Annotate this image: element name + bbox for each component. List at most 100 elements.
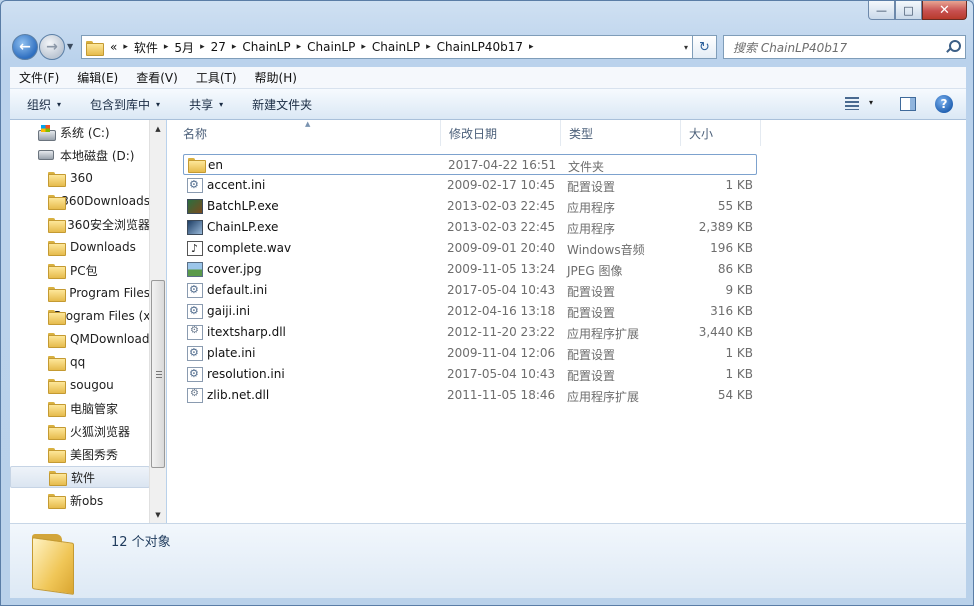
file-type: 应用程序扩展: [567, 327, 640, 341]
file-date: 2009-09-01 20:40: [447, 241, 556, 255]
recent-pages-dropdown[interactable]: ▼: [67, 42, 73, 51]
nav-item[interactable]: 360Downloads: [10, 190, 150, 212]
nav-item[interactable]: 软件: [10, 466, 150, 488]
new-folder-label: 新建文件夹: [252, 97, 313, 112]
breadcrumb-item[interactable]: ChainLP: [242, 40, 290, 54]
breadcrumb-overflow[interactable]: «: [110, 40, 117, 54]
column-header-size[interactable]: 大小: [681, 120, 761, 146]
new-folder-button[interactable]: 新建文件夹: [252, 96, 312, 113]
file-row[interactable]: plate.ini 2009-11-04 12:06 配置设置 1 KB: [183, 343, 757, 364]
exe-icon: [187, 220, 203, 235]
search-icon[interactable]: [945, 40, 961, 54]
maximize-button[interactable]: □: [895, 1, 922, 20]
include-label: 包含到库中: [90, 97, 151, 112]
file-list: 名称 修改日期 类型 大小 ▲ en2017-04-22 16:51文件夹acc…: [167, 120, 966, 523]
file-row[interactable]: BatchLP.exe 2013-02-03 22:45 应用程序 55 KB: [183, 196, 757, 217]
breadcrumb-item[interactable]: ChainLP: [372, 40, 420, 54]
menu-item[interactable]: 文件(F): [10, 69, 68, 86]
file-row[interactable]: zlib.net.dll 2011-11-05 18:46 应用程序扩展 54 KB: [183, 385, 757, 406]
forward-button[interactable]: →: [39, 34, 65, 60]
search-input[interactable]: 搜索 ChainLP40b17: [733, 39, 847, 56]
view-options-icon[interactable]: [845, 97, 859, 110]
nav-item[interactable]: 美图秀秀: [10, 443, 150, 465]
nav-item[interactable]: Program Files: [10, 282, 150, 304]
breadcrumb-separator-icon[interactable]: ▸: [232, 42, 237, 52]
file-date: 2009-11-05 13:24: [447, 262, 556, 276]
back-button[interactable]: ←: [12, 34, 38, 60]
scroll-up-button[interactable]: ▲: [150, 120, 166, 137]
column-header-date[interactable]: 修改日期: [441, 120, 561, 146]
nav-item[interactable]: 360安全浏览器: [10, 213, 150, 235]
scroll-down-button[interactable]: ▼: [150, 506, 166, 523]
nav-item[interactable]: Program Files (x86): [10, 305, 150, 327]
nav-item-label: qq: [70, 355, 86, 369]
file-date: 2013-02-03 22:45: [447, 220, 556, 234]
menu-item[interactable]: 帮助(H): [246, 69, 306, 86]
file-row[interactable]: gaiji.ini 2012-04-16 13:18 配置设置 316 KB: [183, 301, 757, 322]
file-date: 2012-04-16 13:18: [447, 304, 556, 318]
menu-item[interactable]: 编辑(E): [68, 69, 127, 86]
folder-icon: [49, 470, 67, 486]
explorer-window: — □ ✕ ← → ▼ « ▸ 软件 ▸ 5月 ▸ 27 ▸ ChainLP ▸ ChainLP ▸…: [0, 0, 974, 606]
nav-item[interactable]: 系统 (C:): [10, 121, 150, 143]
file-type: JPEG 图像: [567, 264, 623, 278]
file-row[interactable]: ChainLP.exe 2013-02-03 22:45 应用程序 2,389 KB: [183, 217, 757, 238]
navigation-scrollbar[interactable]: ▲ ▼: [149, 120, 166, 523]
breadcrumb-separator-icon[interactable]: ▸: [123, 42, 128, 52]
nav-item[interactable]: Downloads: [10, 236, 150, 258]
breadcrumb-item[interactable]: 27: [211, 40, 226, 54]
breadcrumb-separator-icon[interactable]: ▸: [361, 42, 366, 52]
breadcrumb-item[interactable]: ChainLP: [307, 40, 355, 54]
nav-item[interactable]: qq: [10, 351, 150, 373]
file-row[interactable]: cover.jpg 2009-11-05 13:24 JPEG 图像 86 KB: [183, 259, 757, 280]
address-bar[interactable]: « ▸ 软件 ▸ 5月 ▸ 27 ▸ ChainLP ▸ ChainLP ▸ ChainLP ▸ Chai…: [81, 35, 693, 59]
nav-item[interactable]: 新obs: [10, 489, 150, 511]
nav-item[interactable]: 火狐浏览器: [10, 420, 150, 442]
share-button[interactable]: 共享 ▾: [189, 96, 223, 113]
breadcrumb-item[interactable]: 5月: [174, 39, 194, 56]
file-row[interactable]: resolution.ini 2017-05-04 10:43 配置设置 1 KB: [183, 364, 757, 385]
breadcrumb-item[interactable]: 软件: [134, 39, 158, 56]
column-header-type[interactable]: 类型: [561, 120, 681, 146]
chevron-down-icon: ▾: [219, 99, 224, 109]
refresh-button[interactable]: ↻: [693, 35, 717, 59]
folder-icon: [48, 332, 66, 348]
breadcrumb-item[interactable]: ChainLP40b17: [437, 40, 523, 54]
scroll-thumb[interactable]: [151, 280, 165, 468]
menu-item[interactable]: 工具(T): [187, 69, 246, 86]
nav-item-label: Program Files: [69, 286, 150, 300]
breadcrumb-separator-icon[interactable]: ▸: [426, 42, 431, 52]
menu-item[interactable]: 查看(V): [127, 69, 187, 86]
nav-item-label: 新obs: [70, 493, 104, 508]
folder-icon: [48, 493, 66, 509]
nav-item[interactable]: 电脑管家: [10, 397, 150, 419]
address-dropdown[interactable]: ▾: [684, 43, 688, 52]
file-row[interactable]: itextsharp.dll 2012-11-20 23:22 应用程序扩展 3,44…: [183, 322, 757, 343]
minimize-button[interactable]: —: [868, 1, 895, 20]
search-box[interactable]: 搜索 ChainLP40b17: [723, 35, 966, 59]
nav-item[interactable]: QMDownload: [10, 328, 150, 350]
nav-item[interactable]: 360: [10, 167, 150, 189]
breadcrumb-separator-icon[interactable]: ▸: [200, 42, 205, 52]
file-size: 1 KB: [725, 367, 753, 381]
nav-item[interactable]: 本地磁盘 (D:): [10, 144, 150, 166]
grip-icon: [156, 371, 162, 378]
file-row[interactable]: accent.ini 2009-02-17 10:45 配置设置 1 KB: [183, 175, 757, 196]
help-icon[interactable]: ?: [935, 95, 953, 113]
file-size: 55 KB: [717, 199, 753, 213]
breadcrumb-separator-icon[interactable]: ▸: [297, 42, 302, 52]
breadcrumb-separator-icon[interactable]: ▸: [164, 42, 169, 52]
nav-item[interactable]: sougou: [10, 374, 150, 396]
close-button[interactable]: ✕: [922, 1, 967, 20]
nav-item[interactable]: PC包: [10, 259, 150, 281]
preview-pane-icon[interactable]: [900, 97, 916, 111]
view-dropdown[interactable]: ▾: [869, 98, 873, 107]
back-arrow-icon: ←: [19, 39, 31, 55]
file-row[interactable]: default.ini 2017-05-04 10:43 配置设置 9 KB: [183, 280, 757, 301]
organize-button[interactable]: 组织 ▾: [27, 96, 61, 113]
breadcrumb-separator-icon[interactable]: ▸: [529, 42, 534, 52]
file-row[interactable]: en 2017-04-22 16:51 文件夹: [183, 154, 757, 175]
include-in-library-button[interactable]: 包含到库中 ▾: [90, 96, 160, 113]
file-name: gaiji.ini: [207, 304, 251, 318]
file-row[interactable]: complete.wav 2009-09-01 20:40 Windows音频 196…: [183, 238, 757, 259]
